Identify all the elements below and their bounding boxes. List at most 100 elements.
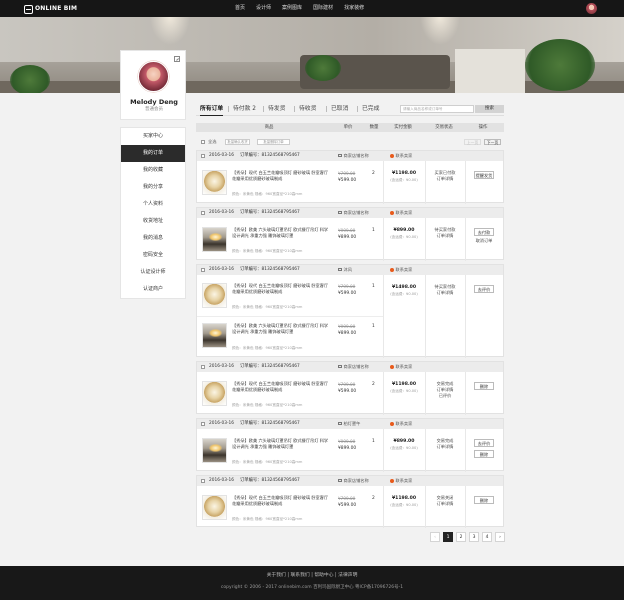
order-date: 2016-03-16 — [209, 210, 234, 215]
delete-button[interactable]: 删除 — [474, 382, 494, 390]
order-checkbox[interactable] — [201, 422, 205, 426]
nav-building-materials[interactable]: 国际建材 — [313, 0, 333, 17]
product-spec: 颜色：米黄色 规格：960宽直径*210高mm — [232, 517, 303, 521]
shop-icon — [338, 478, 342, 483]
contact-seller[interactable]: 联系卖家 — [390, 208, 412, 218]
pagination-next[interactable]: › — [495, 532, 505, 542]
order-number: 订单编号：81324568795467 — [240, 421, 300, 426]
order-checkbox[interactable] — [201, 211, 205, 215]
pagination-prev[interactable]: ‹ — [430, 532, 440, 542]
contact-seller[interactable]: 联系卖家 — [390, 151, 412, 161]
tab-pending-payment[interactable]: 待付款 2 — [233, 103, 256, 115]
footer-links[interactable]: 关于我们 | 联系我们 | 帮助中心 | 法律声明 — [0, 573, 624, 579]
batch-confirm-button[interactable]: 批量确认收货 — [225, 138, 250, 145]
tab-completed[interactable]: 已完成 — [362, 103, 379, 115]
sidebar-item-address[interactable]: 收货地址 — [121, 213, 185, 230]
sidebar-item-favorites[interactable]: 我的收藏 — [121, 162, 185, 179]
sidebar-item-profile[interactable]: 个人资料 — [121, 196, 185, 213]
order-detail-link[interactable]: 订单详情 — [425, 233, 465, 239]
tab-cancelled[interactable]: 已取消 — [331, 103, 348, 115]
sidebar-item-messages[interactable]: 我的消息 — [121, 230, 185, 247]
product-thumbnail[interactable] — [202, 323, 227, 348]
nav-case-gallery[interactable]: 案例图库 — [282, 0, 302, 17]
shop-name[interactable]: 沐风 — [338, 265, 352, 275]
pagination-page[interactable]: 4 — [482, 532, 492, 542]
order-checkbox[interactable] — [201, 479, 205, 483]
product-thumbnail[interactable] — [202, 495, 227, 520]
shop-name[interactable]: 商家店铺名称 — [338, 476, 369, 486]
order-checkbox[interactable] — [201, 268, 205, 272]
remind-ship-button[interactable]: 提醒发货 — [474, 171, 494, 179]
site-logo[interactable]: ONLINE BIM — [24, 4, 77, 14]
product-thumbnail[interactable] — [202, 381, 227, 406]
sidebar-item-security[interactable]: 密码安全 — [121, 247, 185, 264]
delete-button[interactable]: 删除 — [474, 496, 494, 504]
contact-seller[interactable]: 联系卖家 — [390, 265, 412, 275]
select-all-checkbox[interactable] — [201, 139, 205, 144]
order-checkbox[interactable] — [201, 365, 205, 369]
batch-delete-button[interactable]: 批量删除订单 — [257, 138, 290, 145]
product-title[interactable]: 【秀朵】现代 白玉兰花瓣吸顶灯 磨砂玻璃 卧室客厅 花瓣采用优质磨砂玻璃制成 — [232, 170, 332, 181]
order-card: 2016-03-16 订单编号：81324568795467 商家店铺名称 联系… — [196, 475, 504, 528]
sidebar-item-my-orders[interactable]: 我的订单 — [121, 145, 185, 162]
order-detail-link[interactable]: 订单详情 — [425, 444, 465, 450]
product-thumbnail[interactable] — [202, 170, 227, 195]
shop-name[interactable]: 柏灯罩午 — [338, 419, 360, 429]
product-thumbnail[interactable] — [202, 227, 227, 252]
product-thumbnail[interactable] — [202, 438, 227, 463]
pagination-page[interactable]: 2 — [456, 532, 466, 542]
product-title[interactable]: 【秀朵】欧美 六头玻璃灯罩吊灯 欧式餐厅吊灯 科学设计调光 承重力强 雕饰玻璃灯… — [232, 438, 332, 449]
user-avatar[interactable] — [586, 3, 597, 14]
nav-find-decoration[interactable]: 找家装修 — [344, 0, 364, 17]
order-detail-link[interactable]: 订单详情 — [425, 501, 465, 507]
main-nav: 首页 设计师 案例图库 国际建材 找家装修 — [235, 0, 375, 17]
order-total: ¥899.00 — [393, 439, 415, 444]
contact-seller[interactable]: 联系卖家 — [390, 476, 412, 486]
contact-seller[interactable]: 联系卖家 — [390, 362, 412, 372]
shop-name[interactable]: 商家店铺名称 — [338, 362, 369, 372]
order-checkbox[interactable] — [201, 154, 205, 158]
tab-all-orders[interactable]: 所有订单 — [200, 103, 224, 116]
nav-designers[interactable]: 设计师 — [256, 0, 271, 17]
tab-pending-shipment[interactable]: 待发货 — [268, 103, 285, 115]
nav-home[interactable]: 首页 — [235, 0, 245, 17]
sidebar-item-shares[interactable]: 我的分享 — [121, 179, 185, 196]
top-navbar: ONLINE BIM 首页 设计师 案例图库 国际建材 找家装修 — [0, 0, 624, 17]
reviewed-label: 已评价 — [438, 393, 452, 399]
order-search-input[interactable]: 请输入商品名称或订单号 — [400, 105, 474, 113]
sidebar-item-certify-merchant[interactable]: 认证商户 — [121, 281, 185, 298]
pagination-page[interactable]: 1 — [443, 532, 453, 542]
sidebar-item-certify-designer[interactable]: 认证设计师 — [121, 264, 185, 281]
product-title[interactable]: 【秀朵】欧美 六头玻璃灯罩吊灯 欧式餐厅吊灯 科学设计调光 承重力强 雕饰玻璃灯… — [232, 323, 332, 334]
cancel-order-link[interactable]: 取消订单 — [469, 238, 499, 243]
sidebar-item-buyer-center[interactable]: 买家中心 — [121, 128, 185, 145]
pagination-page[interactable]: 3 — [469, 532, 479, 542]
product-title[interactable]: 【秀朵】现代 白玉兰花瓣吸顶灯 磨砂玻璃 卧室客厅 花瓣采用优质磨砂玻璃制成 — [232, 381, 332, 392]
product-title[interactable]: 【秀朵】欧美 六头玻璃灯罩吊灯 欧式餐厅吊灯 科学设计调光 承重力强 雕饰玻璃灯… — [232, 227, 332, 238]
search-button[interactable]: 搜索 — [475, 105, 504, 113]
shipping-fee: (含运费：¥0.00) — [390, 235, 418, 239]
review-button[interactable]: 去评价 — [474, 285, 494, 293]
order-date: 2016-03-16 — [209, 421, 234, 426]
prev-page-button[interactable]: 上一页 — [464, 138, 481, 145]
shipping-fee: (含运费：¥0.00) — [390, 446, 418, 450]
product-title[interactable]: 【秀朵】现代 白玉兰花瓣吸顶灯 磨砂玻璃 卧室客厅 花瓣采用优质磨砂玻璃制成 — [232, 283, 332, 294]
shop-name[interactable]: 商家店铺名称 — [338, 151, 369, 161]
shop-icon — [338, 210, 342, 215]
product-title[interactable]: 【秀朵】现代 白玉兰花瓣吸顶灯 磨砂玻璃 卧室客厅 花瓣采用优质磨砂玻璃制成 — [232, 495, 332, 506]
order-status: 交易完成 订单详情 已评价 — [425, 381, 465, 400]
tab-pending-receipt[interactable]: 待收货 — [299, 103, 316, 115]
shop-name[interactable]: 商家店铺名称 — [338, 208, 369, 218]
shipping-fee: (含运费：¥0.00) — [390, 389, 418, 393]
contact-seller[interactable]: 联系卖家 — [390, 419, 412, 429]
order-detail-link[interactable]: 订单详情 — [425, 290, 465, 296]
edit-profile-icon[interactable] — [174, 56, 180, 62]
review-button[interactable]: 去评价 — [474, 439, 494, 447]
order-status: 交易完成 订单详情 — [425, 438, 465, 450]
pay-button[interactable]: 去付款 — [474, 228, 494, 236]
product-thumbnail[interactable] — [202, 283, 227, 308]
order-detail-link[interactable]: 订单详情 — [425, 176, 465, 182]
next-page-button[interactable]: 下一页 — [484, 138, 501, 145]
col-status: 交易状态 — [435, 125, 453, 130]
delete-button[interactable]: 删除 — [474, 450, 494, 458]
